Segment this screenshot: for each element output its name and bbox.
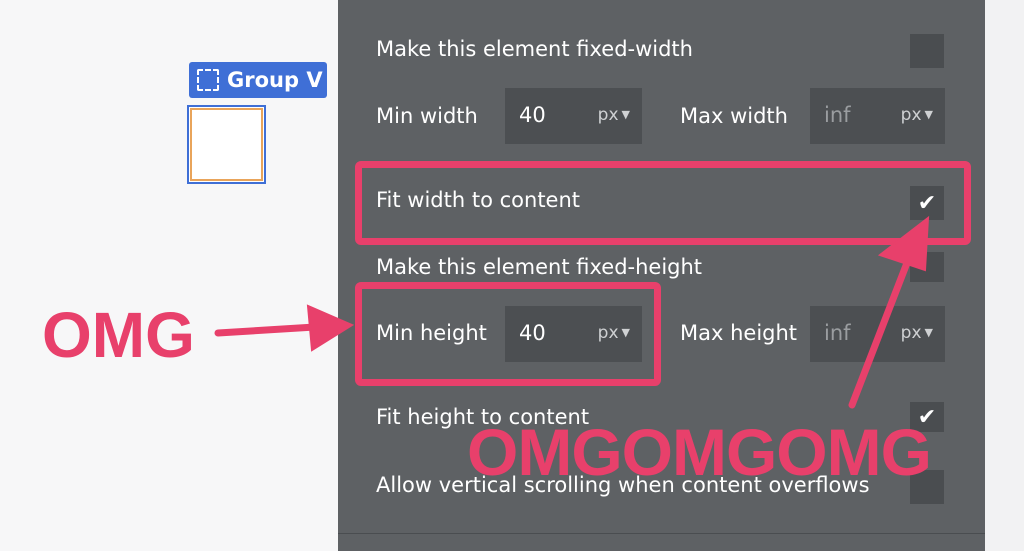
arrow-left-head	[306, 304, 355, 352]
arrow-right-line	[848, 246, 916, 409]
arrow-right-head	[877, 215, 930, 272]
omg-annotation: OMG	[42, 299, 195, 371]
omgomgomg-annotation: OMGOMGOMG	[467, 415, 932, 489]
arrow-left-line	[214, 323, 319, 337]
